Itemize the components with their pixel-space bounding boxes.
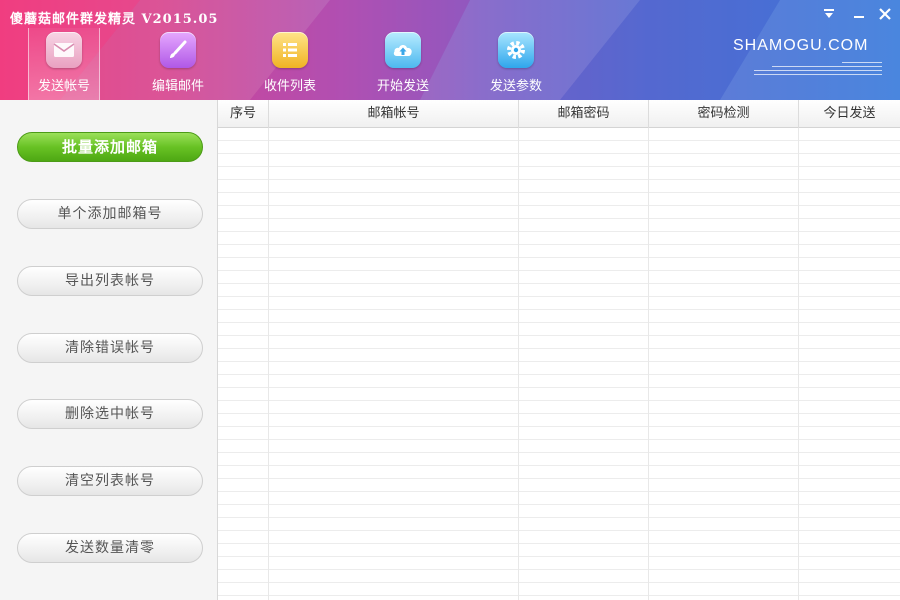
tab-label: 开始发送 — [376, 79, 429, 94]
cloud-upload-icon — [385, 32, 421, 68]
export-list-accounts-button[interactable]: 导出列表帐号 — [17, 266, 203, 296]
table-header: 序号 邮箱帐号 邮箱密码 密码检测 今日发送 — [218, 100, 900, 128]
minimize-button[interactable] — [850, 6, 868, 24]
tab-send-parameters[interactable]: 发送参数 — [480, 28, 552, 100]
window-title: 傻蘑菇邮件群发精灵 V2015.05 — [10, 12, 219, 27]
column-header-sent-today[interactable]: 今日发送 — [799, 100, 900, 128]
list-icon — [272, 32, 308, 68]
minimize-icon — [854, 16, 864, 18]
close-icon — [879, 8, 891, 20]
clear-list-accounts-button[interactable]: 清空列表帐号 — [17, 466, 203, 496]
brand-logo-text: SHAMOGU.COM — [733, 37, 869, 54]
tab-start-sending[interactable]: 开始发送 — [367, 28, 439, 100]
table-body[interactable] — [218, 128, 900, 600]
column-header-email-password[interactable]: 邮箱密码 — [519, 100, 649, 128]
header-bar: 傻蘑菇邮件群发精灵 V2015.05 发送帐号 编辑邮件 收件列表 开始发送 发… — [0, 0, 900, 100]
delete-selected-accounts-button[interactable]: 删除选中帐号 — [17, 399, 203, 429]
tab-label: 收件列表 — [263, 79, 316, 94]
tab-label: 编辑邮件 — [151, 79, 204, 94]
column-header-password-check[interactable]: 密码检测 — [649, 100, 799, 128]
accounts-table[interactable]: 序号 邮箱帐号 邮箱密码 密码检测 今日发送 — [218, 100, 900, 600]
tab-label: 发送参数 — [489, 79, 542, 94]
sidebar: 批量添加邮箱 单个添加邮箱号 导出列表帐号 清除错误帐号 删除选中帐号 清空列表… — [0, 100, 218, 600]
clear-error-accounts-button[interactable]: 清除错误帐号 — [17, 333, 203, 363]
close-button[interactable] — [876, 6, 894, 24]
dropdown-icon — [824, 9, 834, 18]
tab-edit-mail[interactable]: 编辑邮件 — [142, 28, 214, 100]
reset-send-count-button[interactable]: 发送数量清零 — [17, 533, 203, 563]
tab-label: 发送帐号 — [37, 79, 90, 94]
add-single-mailbox-button[interactable]: 单个添加邮箱号 — [17, 199, 203, 229]
column-header-email-account[interactable]: 邮箱帐号 — [269, 100, 519, 128]
column-header-index[interactable]: 序号 — [218, 100, 269, 128]
gear-icon — [498, 32, 534, 68]
tab-send-accounts[interactable]: 发送帐号 — [28, 28, 100, 100]
menu-dropdown-button[interactable] — [820, 6, 838, 24]
tab-recipient-list[interactable]: 收件列表 — [254, 28, 326, 100]
mail-icon — [46, 32, 82, 68]
batch-add-mailbox-button[interactable]: 批量添加邮箱 — [17, 132, 203, 162]
brush-icon — [160, 32, 196, 68]
brand-decoration — [752, 62, 882, 78]
